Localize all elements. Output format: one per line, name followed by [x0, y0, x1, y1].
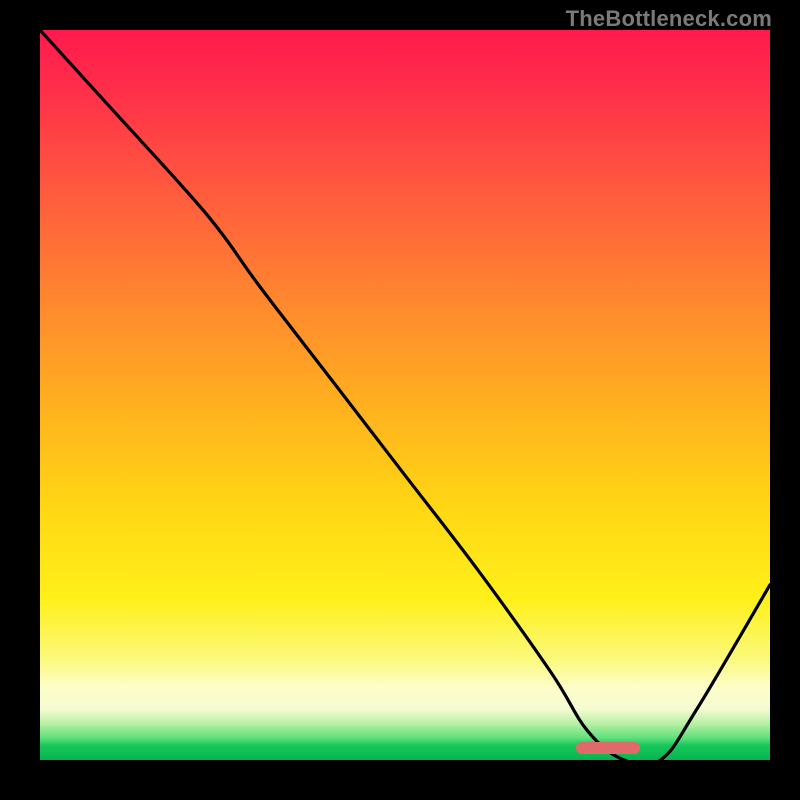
chart-frame: TheBottleneck.com — [0, 0, 800, 800]
optimal-range-marker — [576, 742, 640, 754]
bottleneck-line — [40, 30, 770, 760]
watermark-text: TheBottleneck.com — [566, 6, 772, 32]
plot-area — [40, 30, 770, 760]
